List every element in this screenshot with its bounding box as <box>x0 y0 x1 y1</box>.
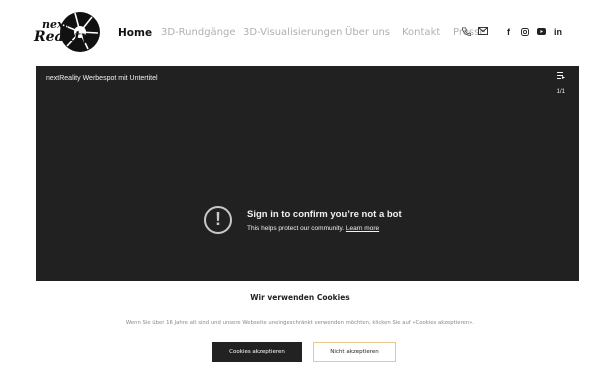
youtube-icon[interactable] <box>537 28 546 38</box>
nav-item-ueber-uns[interactable]: Über uns <box>345 27 390 38</box>
playlist-icon <box>556 72 565 79</box>
accept-cookies-button[interactable]: Cookies akzeptieren <box>212 342 302 362</box>
site-header: next Reality Home 3D-Rundgänge 3D-Visual… <box>0 0 600 66</box>
cookie-title: Wir verwenden Cookies <box>250 293 350 302</box>
logo-line-2: Reality <box>34 29 89 45</box>
cookie-banner: Wir verwenden Cookies Wenn Sie über 16 J… <box>0 281 600 375</box>
logo[interactable]: next Reality <box>34 9 102 59</box>
nav-item-home[interactable]: Home <box>118 27 152 39</box>
bot-check-text: This helps protect our community. <box>247 225 345 232</box>
mail-icon[interactable] <box>478 27 488 38</box>
logo-wordmark: next Reality <box>34 19 89 45</box>
linkedin-icon[interactable]: in <box>554 27 562 37</box>
nav-item-kontakt[interactable]: Kontakt <box>402 27 440 38</box>
video-title[interactable]: nextReality Werbespot mit Untertitel <box>46 75 158 82</box>
alert-icon: ! <box>204 206 232 234</box>
nav-item-3d-rundgaenge[interactable]: 3D-Rundgänge <box>161 27 236 38</box>
bot-check-subtitle: This helps protect our community. Learn … <box>247 225 379 232</box>
learn-more-link[interactable]: Learn more <box>346 225 379 232</box>
bot-check-message: ! Sign in to confirm you’re not a bot Th… <box>204 206 484 242</box>
video-player[interactable]: nextReality Werbespot mit Untertitel 1/1… <box>36 66 579 281</box>
nav-item-3d-visualisierungen[interactable]: 3D-Visualisierungen <box>243 27 342 38</box>
instagram-icon[interactable] <box>521 28 529 39</box>
playlist-count: 1/1 <box>556 89 565 95</box>
phone-icon[interactable] <box>462 27 472 39</box>
facebook-icon[interactable]: f <box>507 27 510 37</box>
decline-cookies-button[interactable]: Nicht akzeptieren <box>313 342 396 362</box>
playlist-button[interactable]: 1/1 <box>557 72 565 98</box>
cookie-text: Wenn Sie über 16 Jahre alt sind und unse… <box>125 320 475 326</box>
bot-check-title: Sign in to confirm you’re not a bot <box>247 209 402 220</box>
